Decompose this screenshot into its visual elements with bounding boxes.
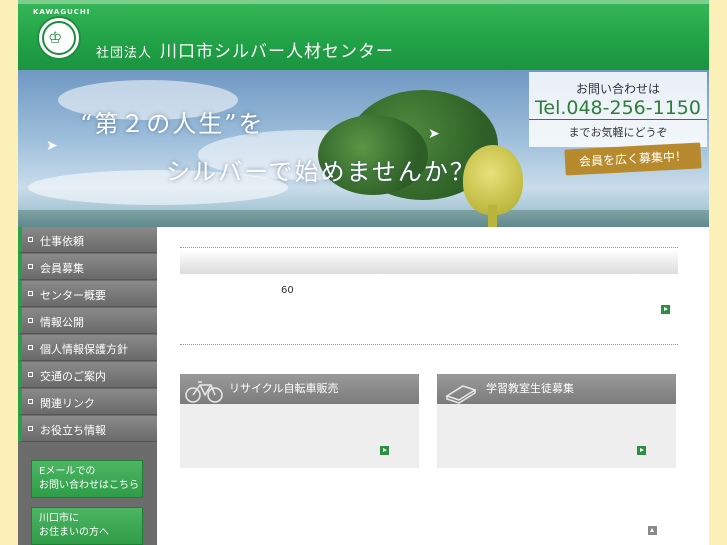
resident-button-line2: お住まいの方へ: [39, 527, 109, 538]
sidebar-item-label: 仕事依頼: [40, 235, 84, 248]
sidebar-item-access[interactable]: 交通のご案内: [18, 362, 157, 388]
organization-title: 川口市シルバー人材センター: [160, 42, 395, 62]
card-arrow-icon[interactable]: [380, 446, 389, 455]
golden-tree-trunk: [488, 205, 497, 227]
news-more-arrow-icon[interactable]: [661, 305, 670, 314]
contact-box: お問い合わせは Tel.048-256-1150 までお気軽にどうぞ: [529, 72, 707, 147]
recruitment-banner[interactable]: 会員を広く募集中！: [564, 142, 702, 176]
card-bicycle-sales[interactable]: リサイクル自転車販売: [180, 374, 419, 468]
organization-name: 社団法人 川口市シルバー人材センター: [96, 37, 394, 62]
hero-headline: “第２の人生”を: [80, 110, 265, 138]
ground-strip: [18, 210, 709, 227]
email-button-line1: Eメールでの: [39, 466, 96, 477]
site-logo[interactable]: KAWAGUCHI ♔: [33, 8, 89, 60]
bird-icon: ➤: [46, 138, 58, 154]
sidebar-item-disclosure[interactable]: 情報公開: [18, 308, 157, 334]
card-arrow-icon[interactable]: [637, 446, 646, 455]
sidebar-item-center-overview[interactable]: センター概要: [18, 281, 157, 307]
bicycle-icon: [185, 381, 223, 403]
contact-note: までお気軽にどうぞ: [568, 126, 668, 139]
site-header: KAWAGUCHI ♔ 社団法人 川口市シルバー人材センター: [18, 0, 709, 70]
main-content: 60 リサイクル自転車販売 学習教室生徒募集: [180, 227, 680, 545]
hero-subheadline: シルバーで始めませんか？: [166, 158, 476, 186]
card-title: 学習教室生徒募集: [486, 382, 574, 395]
news-header-bar: [180, 250, 678, 274]
sidebar-item-label: 関連リンク: [40, 397, 95, 410]
page-top-arrow-icon[interactable]: [648, 526, 657, 535]
logo-text: KAWAGUCHI: [33, 8, 91, 16]
phone-number[interactable]: Tel.048-256-1150: [529, 97, 707, 120]
hero-banner: ➤ ➤ “第２の人生”を シルバーで始めませんか？ お問い合わせは Tel.04…: [18, 70, 709, 227]
sidebar-item-label: 会員募集: [40, 262, 84, 275]
card-study-class[interactable]: 学習教室生徒募集: [437, 374, 676, 468]
sidebar-item-privacy-policy[interactable]: 個人情報保護方針: [18, 335, 157, 361]
resident-info-button[interactable]: 川口市に お住まいの方へ: [31, 507, 143, 545]
sidebar-item-label: 情報公開: [40, 316, 84, 329]
sidebar-item-label: 交通のご案内: [40, 370, 106, 383]
square-bullet-icon: [28, 372, 33, 377]
page: KAWAGUCHI ♔ 社団法人 川口市シルバー人材センター ➤ ➤ “第２の人生…: [18, 0, 709, 545]
sidebar-item-label: お役立ち情報: [40, 424, 106, 437]
square-bullet-icon: [28, 399, 33, 404]
sidebar-item-job-request[interactable]: 仕事依頼: [18, 227, 157, 253]
sidebar-item-links[interactable]: 関連リンク: [18, 389, 157, 415]
sidebar-item-label: センター概要: [40, 289, 106, 302]
resident-button-line1: 川口市に: [39, 513, 79, 524]
bird-icon: ➤: [428, 126, 440, 142]
sidebar-item-useful-info[interactable]: お役立ち情報: [18, 416, 157, 442]
divider: [180, 247, 678, 248]
book-icon: [445, 385, 477, 404]
contact-label: お問い合わせは: [575, 82, 660, 96]
card-header: リサイクル自転車販売: [180, 374, 419, 404]
card-header: 学習教室生徒募集: [437, 374, 676, 404]
email-contact-button[interactable]: Eメールでの お問い合わせはこちら: [31, 460, 143, 498]
card-title: リサイクル自転車販売: [229, 382, 339, 395]
square-bullet-icon: [28, 264, 33, 269]
sidebar-nav: 仕事依頼 会員募集 センター概要 情報公開 個人情報保護方針 交通のご案内 関連…: [18, 227, 157, 545]
square-bullet-icon: [28, 426, 33, 431]
square-bullet-icon: [28, 345, 33, 350]
square-bullet-icon: [28, 291, 33, 296]
email-button-line2: お問い合わせはこちら: [39, 480, 139, 491]
sidebar-item-label: 個人情報保護方針: [40, 343, 128, 356]
news-count: 60: [281, 285, 294, 296]
divider: [180, 344, 678, 345]
sidebar-item-member-recruitment[interactable]: 会員募集: [18, 254, 157, 280]
square-bullet-icon: [28, 318, 33, 323]
organization-prefix: 社団法人: [96, 46, 153, 61]
emblem-icon: ♔: [48, 28, 63, 47]
square-bullet-icon: [28, 237, 33, 242]
